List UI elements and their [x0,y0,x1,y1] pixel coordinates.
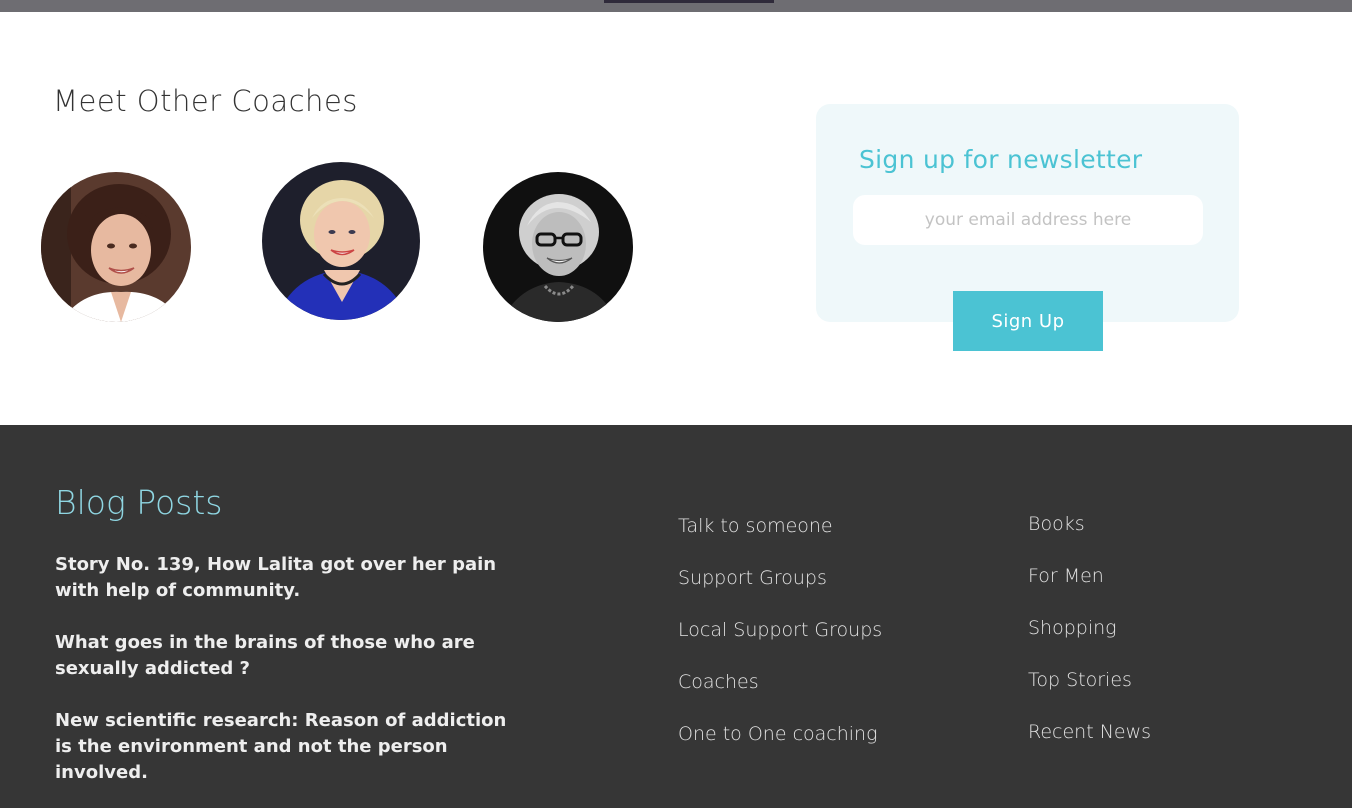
footer-link-recent-news[interactable]: Recent News [1028,721,1151,743]
footer-link-talk-to-someone[interactable]: Talk to someone [678,515,833,537]
coach-photo-2 [262,162,420,320]
coach-avatar-1[interactable] [41,172,191,322]
coach-avatar-2[interactable] [262,162,420,320]
newsletter-title: Sign up for newsletter [859,145,1143,174]
footer-link-one-to-one-coaching[interactable]: One to One coaching [678,723,878,745]
footer-link-support-groups[interactable]: Support Groups [678,567,827,589]
coach-avatar-3[interactable] [483,172,633,322]
sign-up-button[interactable]: Sign Up [953,291,1103,351]
footer-link-books[interactable]: Books [1028,513,1085,535]
footer-link-shopping[interactable]: Shopping [1028,617,1117,639]
coach-photo-1 [41,172,191,322]
footer-link-local-support-groups[interactable]: Local Support Groups [678,619,882,641]
coaches-section-title: Meet Other Coaches [53,84,358,118]
footer-link-for-men[interactable]: For Men [1028,565,1104,587]
blog-posts-title: Blog Posts [55,483,223,522]
blog-post-link[interactable]: New scientific research: Reason of addic… [55,708,525,786]
email-input[interactable] [853,195,1203,245]
active-tab-indicator [604,0,774,3]
footer-link-top-stories[interactable]: Top Stories [1028,669,1132,691]
top-strip [0,0,1352,12]
footer-link-coaches[interactable]: Coaches [678,671,759,693]
coach-photo-3 [483,172,633,322]
blog-post-link[interactable]: Story No. 139, How Lalita got over her p… [55,552,525,604]
blog-post-link[interactable]: What goes in the brains of those who are… [55,630,525,682]
